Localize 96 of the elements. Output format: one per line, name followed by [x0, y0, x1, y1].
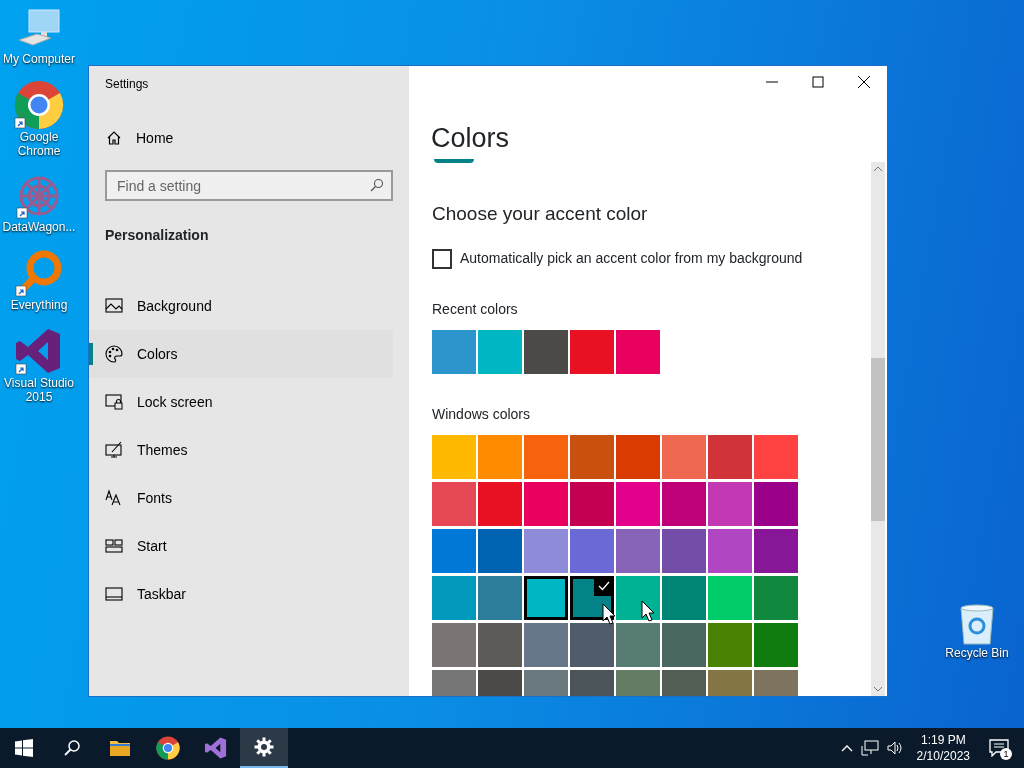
fonts-icon	[105, 489, 123, 507]
home-link[interactable]: Home	[105, 126, 393, 150]
gear-icon	[254, 737, 274, 757]
color-swatch[interactable]	[478, 529, 522, 573]
windows-icon	[15, 739, 33, 757]
color-swatch[interactable]	[662, 529, 706, 573]
visual-studio-icon	[204, 736, 228, 760]
color-swatch[interactable]	[754, 529, 798, 573]
scroll-down-icon[interactable]	[874, 686, 882, 692]
color-swatch[interactable]	[662, 623, 706, 667]
taskbar-icon	[105, 585, 123, 603]
nav-item[interactable]: Background	[89, 282, 393, 330]
color-swatch[interactable]	[432, 576, 476, 620]
color-swatch[interactable]	[708, 623, 752, 667]
section-heading: Choose your accent color	[432, 202, 649, 226]
scrollbar[interactable]	[871, 162, 885, 696]
taskbar-app-button[interactable]	[240, 728, 288, 768]
home-icon	[106, 130, 122, 146]
color-swatch[interactable]	[524, 435, 568, 479]
color-swatch[interactable]	[708, 576, 752, 620]
desktop-icon[interactable]: Recycle Bin	[938, 602, 1016, 660]
volume-icon[interactable]	[886, 740, 903, 756]
color-swatch[interactable]	[754, 482, 798, 526]
nav-item[interactable]: Fonts	[89, 474, 393, 522]
color-swatch[interactable]	[432, 623, 476, 667]
color-swatch[interactable]	[432, 529, 476, 573]
scroll-up-icon[interactable]	[874, 166, 882, 172]
chrome-icon	[14, 80, 64, 130]
color-swatch[interactable]	[432, 482, 476, 526]
recycle-bin-icon	[957, 602, 997, 646]
window-title: Settings	[105, 76, 150, 93]
close-icon	[858, 76, 870, 88]
color-swatch[interactable]	[708, 482, 752, 526]
color-swatch[interactable]	[524, 482, 568, 526]
scrollbar-thumb[interactable]	[871, 358, 885, 521]
maximize-icon	[812, 76, 824, 88]
chrome-icon	[156, 736, 180, 760]
color-swatch[interactable]	[708, 529, 752, 573]
mouse-cursor	[602, 603, 616, 625]
network-icon[interactable]	[860, 740, 879, 756]
color-swatch[interactable]	[616, 576, 660, 620]
color-swatch[interactable]	[478, 576, 522, 620]
color-swatch[interactable]	[616, 482, 660, 526]
picture-icon	[105, 297, 123, 315]
color-swatch[interactable]	[570, 330, 614, 374]
caret-icon[interactable]	[840, 744, 853, 752]
checkbox[interactable]	[432, 248, 452, 269]
folder-icon	[109, 739, 131, 757]
color-swatch[interactable]	[524, 330, 568, 374]
color-swatch[interactable]	[478, 435, 522, 479]
color-swatch[interactable]	[754, 623, 798, 667]
color-swatch[interactable]	[708, 435, 752, 479]
notification-button[interactable]: 1	[984, 733, 1014, 763]
color-swatch[interactable]	[616, 330, 660, 374]
nav-item[interactable]: Lock screen	[89, 378, 393, 426]
nav-item[interactable]: Colors	[89, 330, 393, 378]
color-swatch[interactable]	[478, 482, 522, 526]
brush-icon	[105, 441, 123, 459]
search-field[interactable]: Find a setting	[105, 170, 393, 201]
color-swatch[interactable]	[524, 576, 568, 620]
color-swatch[interactable]	[754, 435, 798, 479]
color-swatch[interactable]	[570, 435, 614, 479]
color-swatch[interactable]	[478, 623, 522, 667]
nav-item[interactable]: Taskbar	[89, 570, 393, 618]
checkbox-label: Automatically pick an accent color from my background	[460, 249, 803, 268]
color-swatch[interactable]	[754, 576, 798, 620]
color-swatch[interactable]	[478, 330, 522, 374]
color-swatch[interactable]	[570, 576, 614, 620]
color-swatch[interactable]	[662, 482, 706, 526]
color-swatch[interactable]	[570, 529, 614, 573]
color-swatch[interactable]	[662, 435, 706, 479]
color-swatch[interactable]	[616, 529, 660, 573]
color-swatch[interactable]	[432, 330, 476, 374]
search-icon	[370, 178, 384, 192]
palette-icon	[105, 345, 123, 363]
magnifier-icon	[14, 248, 64, 298]
start-icon	[105, 537, 123, 555]
nav-item[interactable]: Start	[89, 522, 393, 570]
page-title: Colors	[431, 122, 511, 155]
lock-icon	[105, 393, 123, 411]
color-swatch[interactable]	[432, 435, 476, 479]
color-swatch[interactable]	[524, 623, 568, 667]
color-swatch[interactable]	[616, 623, 660, 667]
windows-colors-label: Windows colors	[432, 405, 532, 424]
nav-item[interactable]: Themes	[89, 426, 393, 474]
color-swatch[interactable]	[662, 576, 706, 620]
title-underline	[434, 159, 474, 163]
clock[interactable]: 1:19 PM 2/10/2023	[910, 732, 976, 764]
color-swatch[interactable]	[616, 435, 660, 479]
section-heading: Personalization	[105, 226, 210, 245]
color-swatch[interactable]	[524, 529, 568, 573]
recent-colors-label: Recent colors	[432, 300, 519, 319]
search-icon	[63, 739, 81, 757]
color-swatch[interactable]	[570, 623, 614, 667]
mouse-cursor	[641, 600, 655, 622]
color-swatch[interactable]	[570, 482, 614, 526]
